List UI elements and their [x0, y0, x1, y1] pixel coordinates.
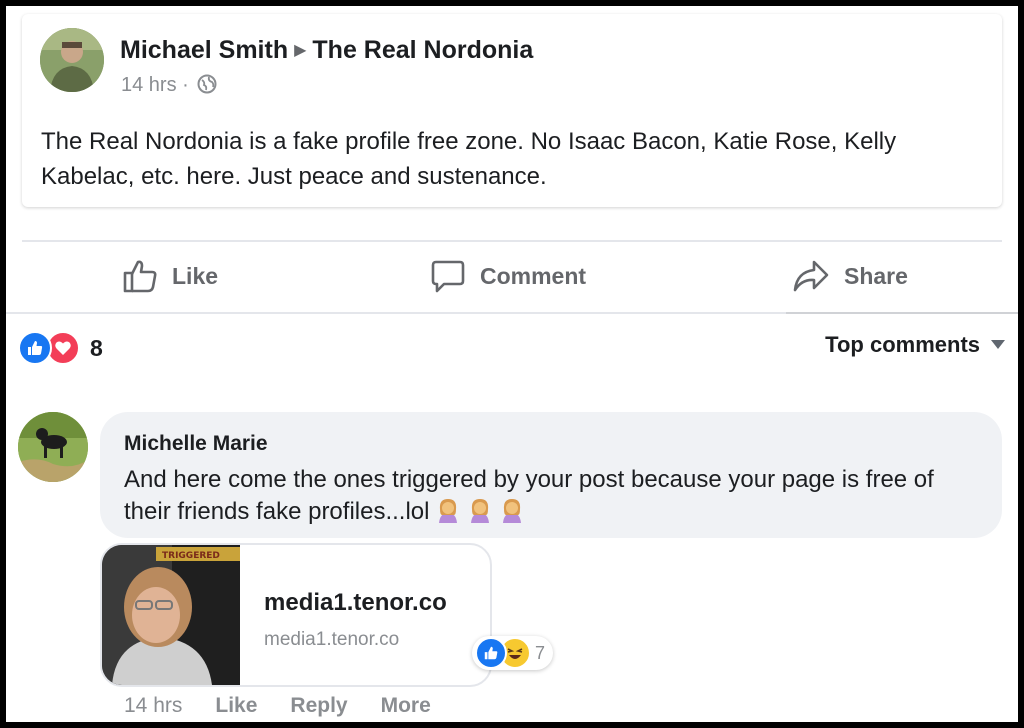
link-url: media1.tenor.co — [264, 629, 400, 650]
like-icon — [18, 331, 52, 365]
share-icon — [793, 260, 829, 292]
post-text: The Real Nordonia is a fake profile free… — [41, 128, 897, 190]
post-meta: 14 hrs · — [121, 74, 217, 100]
author-name[interactable]: Michael Smith — [120, 36, 288, 64]
comment-actions: 14 hrs Like Reply More — [124, 694, 464, 718]
thumbs-up-icon — [123, 260, 157, 293]
divider — [22, 240, 1002, 242]
comment-label: Comment — [480, 262, 587, 289]
post-time[interactable]: 14 hrs — [121, 74, 177, 96]
share-button[interactable]: Share — [792, 256, 908, 296]
like-button[interactable]: Like — [122, 256, 218, 296]
commenter-name[interactable]: Michelle Marie — [124, 432, 268, 456]
thumb-caption: TRIGGERED — [162, 551, 220, 561]
like-label: Like — [172, 262, 219, 289]
author-avatar[interactable] — [40, 28, 104, 92]
comment-more-link[interactable]: More — [381, 694, 431, 718]
link-preview[interactable]: TRIGGERED media1.tenor.co media1.tenor.c… — [100, 543, 492, 687]
group-name[interactable]: The Real Nordonia — [312, 36, 533, 64]
sort-label: Top comments — [825, 332, 980, 357]
woman-facepalming-icon — [435, 497, 461, 523]
caret-right-icon: ▶ — [294, 42, 307, 59]
meta-separator: · — [182, 74, 189, 96]
gif-thumbnail[interactable]: TRIGGERED — [102, 545, 240, 685]
comment-reaction-count: 7 — [535, 642, 546, 663]
post-card: Michael Smith ▶ The Real Nordonia 14 hrs ·… — [22, 14, 1002, 207]
link-title[interactable]: media1.tenor.co — [264, 589, 447, 617]
comment-bubble: Michelle Marie And here come the ones tr… — [100, 412, 1002, 538]
comment-reply-link[interactable]: Reply — [290, 694, 347, 718]
comment-time[interactable]: 14 hrs — [124, 694, 182, 718]
share-label: Share — [844, 262, 908, 289]
facebook-post-frame: Michael Smith ▶ The Real Nordonia 14 hrs ·… — [6, 6, 1018, 722]
post-header: Michael Smith ▶ The Real Nordonia — [120, 36, 533, 65]
commenter-avatar[interactable] — [18, 412, 88, 482]
globe-icon — [197, 74, 217, 100]
reaction-count: 8 — [90, 334, 103, 361]
comment-body: And here come the ones triggered by your… — [124, 466, 934, 525]
reaction-summary[interactable]: 8 — [18, 331, 103, 365]
comment-icon — [431, 260, 465, 293]
comment-like-link[interactable]: Like — [215, 694, 257, 718]
woman-facepalming-icon — [499, 497, 525, 523]
divider — [786, 312, 1018, 314]
comment-button[interactable]: Comment — [430, 256, 586, 296]
comment-reactions[interactable]: 7 — [472, 636, 554, 670]
comment-text: And here come the ones triggered by your… — [124, 464, 984, 528]
divider — [6, 312, 786, 314]
woman-facepalming-icon — [467, 497, 493, 523]
caret-down-icon — [991, 340, 1005, 349]
like-icon — [475, 637, 507, 669]
top-comments-dropdown[interactable]: Top comments — [825, 332, 1006, 358]
